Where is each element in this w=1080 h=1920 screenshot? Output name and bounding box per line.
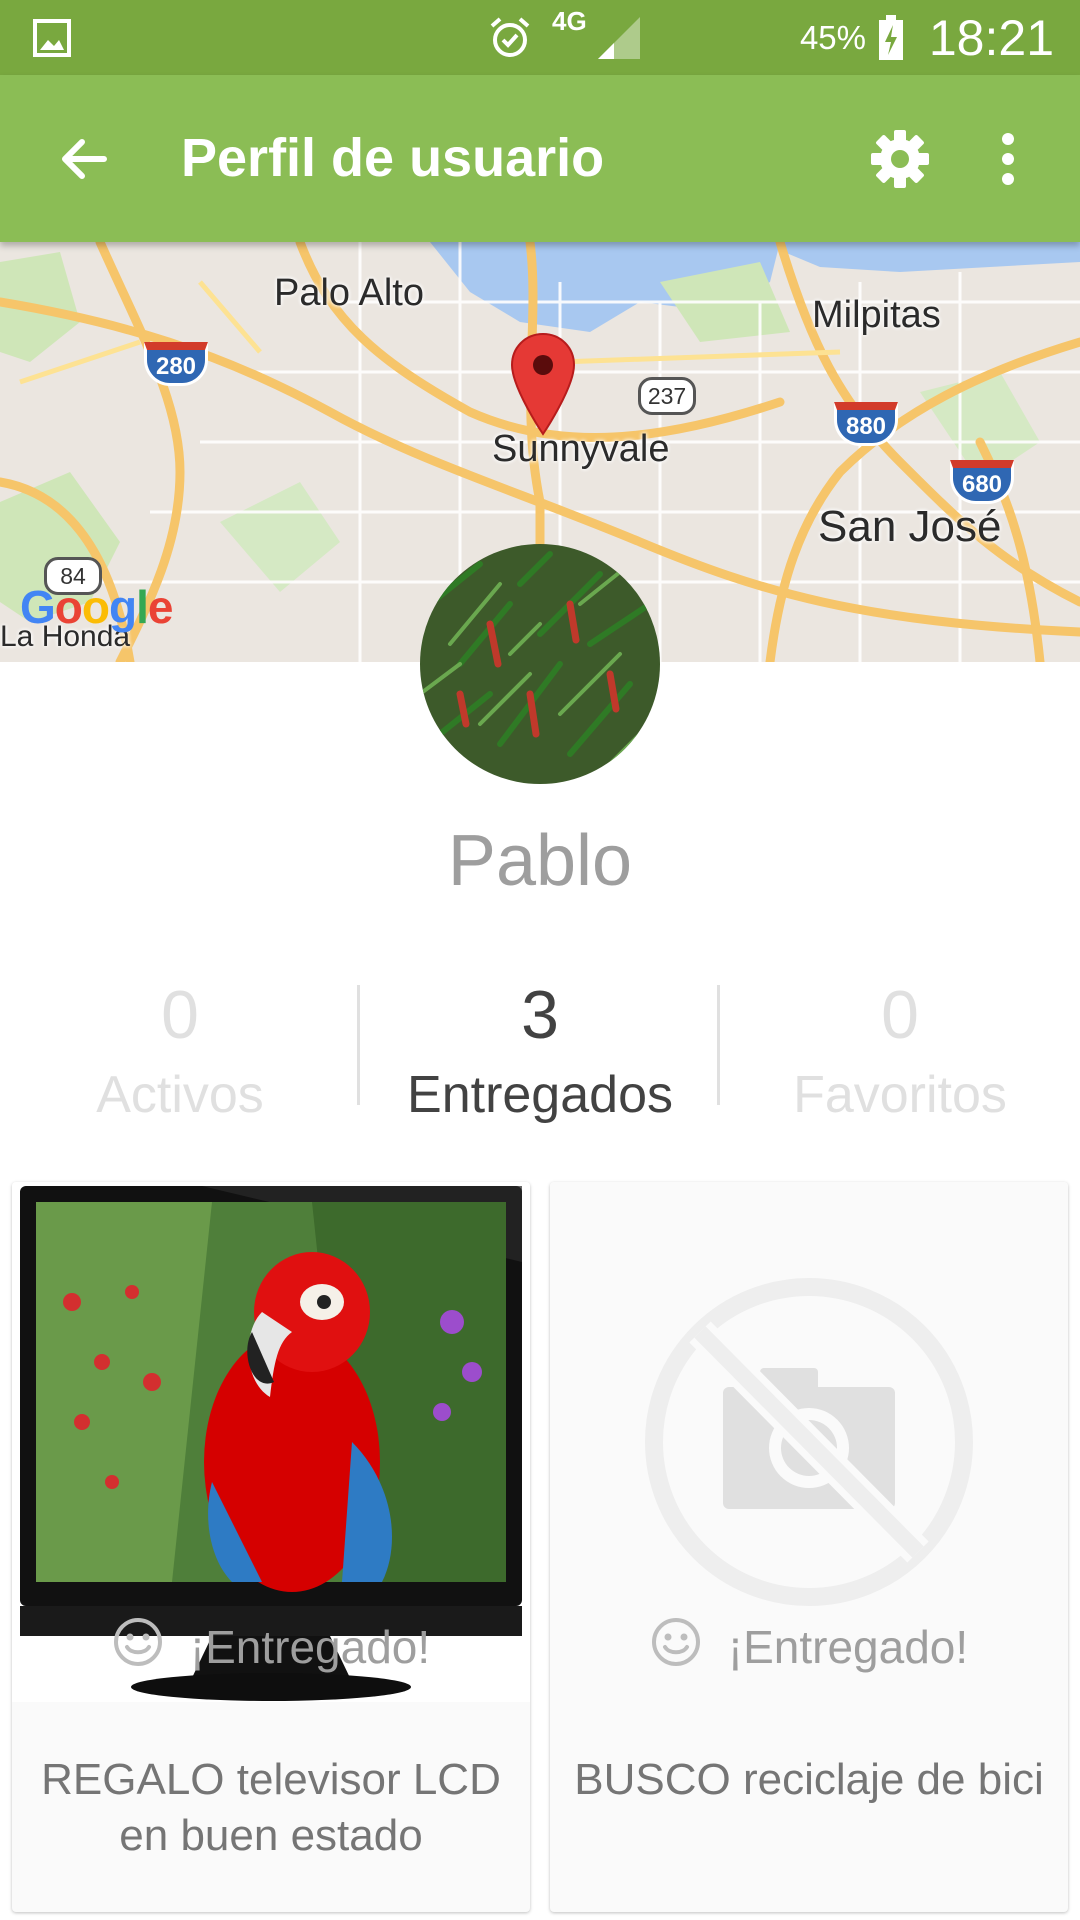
signal-icon — [596, 0, 642, 75]
shield-280: 280 — [144, 342, 208, 386]
smiley-icon — [112, 1616, 164, 1679]
status-badge: ¡Entregado! — [12, 1612, 530, 1682]
map-label-san-jose: San José — [818, 502, 1002, 551]
stat-label: Entregados — [407, 1066, 673, 1124]
avatar[interactable] — [420, 544, 660, 784]
status-badge: ¡Entregado! — [550, 1612, 1068, 1682]
stat-value: 3 — [521, 977, 559, 1053]
tab-entregados[interactable]: 3 Entregados — [360, 975, 720, 1135]
network-type: 4G — [552, 6, 587, 36]
item-description: BUSCO reciclaje de bici — [574, 1755, 1044, 1804]
gear-icon[interactable] — [858, 117, 942, 201]
stat-value: 0 — [881, 977, 919, 1053]
status-bar: 4G 45% 18:21 — [0, 0, 1080, 75]
map-label-palo-alto: Palo Alto — [274, 272, 424, 314]
item-card[interactable]: ¡Entregado! BUSCO reciclaje de bici — [550, 1182, 1068, 1912]
page-title: Perfil de usuario — [181, 128, 605, 188]
alarm-icon — [488, 0, 532, 75]
battery-charging-icon — [878, 0, 904, 75]
status-label: ¡Entregado! — [727, 1621, 969, 1673]
stats-tabs: 0 Activos 3 Entregados 0 Favoritos — [0, 975, 1080, 1145]
tab-favoritos[interactable]: 0 Favoritos — [720, 975, 1080, 1135]
item-description: REGALO televisor LCD en buen estado — [41, 1755, 501, 1860]
shield-237: 237 — [638, 377, 696, 415]
stat-label: Activos — [96, 1066, 264, 1124]
more-vert-icon[interactable] — [966, 117, 1050, 201]
battery-percent: 45% — [799, 18, 866, 56]
smiley-icon — [650, 1616, 702, 1679]
map-label-milpitas: Milpitas — [812, 294, 941, 336]
item-card[interactable]: ¡Entregado! REGALO televisor LCD en buen… — [12, 1182, 530, 1912]
user-name: Pablo — [447, 821, 633, 901]
shield-680: 680 — [950, 460, 1014, 504]
stat-value: 0 — [161, 977, 199, 1053]
gallery-notification-icon — [32, 0, 72, 75]
status-label: ¡Entregado! — [189, 1621, 431, 1673]
app-bar: Perfil de usuario — [0, 75, 1080, 242]
shield-880: 880 — [834, 402, 898, 446]
stat-label: Favoritos — [793, 1066, 1007, 1124]
back-arrow-icon[interactable] — [42, 117, 126, 201]
tab-activos[interactable]: 0 Activos — [0, 975, 360, 1135]
clock: 18:21 — [928, 9, 1054, 66]
google-logo: Google — [20, 581, 173, 633]
